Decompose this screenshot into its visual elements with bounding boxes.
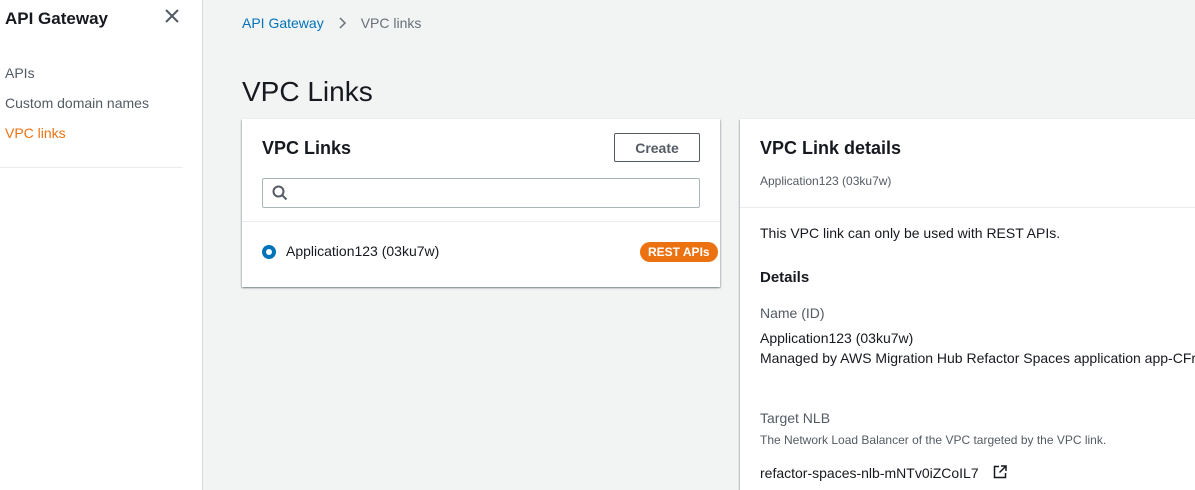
search-icon (272, 185, 288, 201)
breadcrumb-vpc-links: VPC links (360, 15, 422, 31)
external-link-icon[interactable] (993, 465, 1007, 479)
vpc-link-name: Application123 (03ku7w) (286, 243, 440, 259)
target-nlb-key: Target NLB (760, 410, 831, 426)
vpc-links-panel: VPC Links Create Application123 (03ku7w)… (242, 119, 720, 287)
sidebar-divider (0, 167, 183, 168)
sidebar-title: API Gateway (5, 9, 108, 28)
vpc-link-details-subtitle: Application123 (03ku7w) (760, 174, 892, 188)
chevron-right-icon (339, 17, 346, 29)
sidebar-nav: APIs Custom domain names VPC links (5, 65, 149, 155)
breadcrumb-api-gateway[interactable]: API Gateway (242, 15, 324, 31)
managed-by-text: Managed by AWS Migration Hub Refactor Sp… (760, 350, 1195, 366)
vpc-link-row[interactable]: Application123 (03ku7w) REST APIs (242, 223, 720, 279)
page-title: VPC Links (242, 76, 373, 107)
vpc-link-details-title: VPC Link details (760, 138, 902, 158)
rest-apis-badge: REST APIs (640, 242, 718, 262)
breadcrumb: API Gateway VPC links (242, 15, 421, 31)
vpc-link-details-header: VPC Link details Application123 (03ku7w) (740, 119, 1195, 208)
vpc-links-panel-header: VPC Links Create (242, 119, 720, 222)
name-id-value: Application123 (03ku7w) (760, 330, 914, 346)
sidebar-item-custom-domain-names[interactable]: Custom domain names (5, 95, 149, 125)
search-input[interactable] (295, 183, 695, 203)
vpc-links-panel-title: VPC Links (262, 138, 352, 158)
sidebar: API Gateway APIs Custom domain names VPC… (0, 0, 203, 490)
rest-only-note: This VPC link can only be used with REST… (760, 225, 1061, 241)
sidebar-item-apis[interactable]: APIs (5, 65, 149, 95)
name-id-key: Name (ID) (760, 305, 825, 321)
sidebar-item-vpc-links[interactable]: VPC links (5, 125, 149, 155)
target-nlb-value: refactor-spaces-nlb-mNTv0iZCoIL7 (760, 465, 979, 481)
target-nlb-description: The Network Load Balancer of the VPC tar… (760, 433, 1107, 447)
vpc-link-details-panel: VPC Link details Application123 (03ku7w)… (740, 119, 1195, 490)
vpc-link-radio[interactable] (262, 245, 276, 259)
create-button[interactable]: Create (614, 133, 700, 162)
search-box (262, 178, 700, 208)
details-heading: Details (760, 269, 810, 286)
close-icon[interactable] (162, 6, 182, 26)
